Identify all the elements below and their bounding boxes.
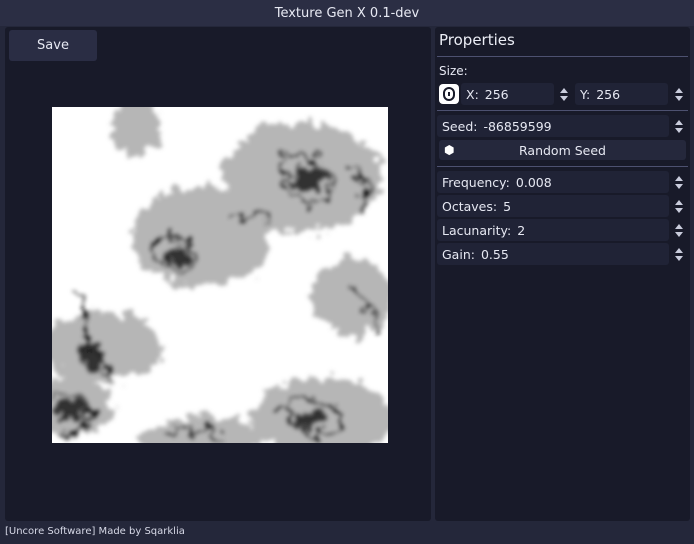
lacunarity-spinner[interactable]	[673, 219, 685, 241]
size-x-value: 256	[484, 86, 509, 102]
spin-up-icon[interactable]	[675, 119, 683, 125]
properties-panel: Properties Size: X: 256 Y: 256 Seed: -86…	[435, 27, 690, 521]
divider	[437, 110, 688, 111]
octaves-value: 5	[503, 198, 512, 214]
properties-title: Properties	[439, 31, 515, 49]
lacunarity-value: 2	[517, 222, 526, 238]
frequency-label: Frequency:	[442, 174, 510, 190]
octaves-spinner[interactable]	[673, 195, 685, 217]
spin-down-icon[interactable]	[560, 95, 568, 101]
spin-down-icon[interactable]	[675, 255, 683, 261]
spin-down-icon[interactable]	[675, 95, 683, 101]
size-x-field[interactable]: X: 256	[461, 83, 554, 105]
size-y-label: Y:	[580, 86, 591, 102]
spin-down-icon[interactable]	[675, 207, 683, 213]
lacunarity-field[interactable]: Lacunarity: 2	[437, 219, 669, 241]
random-seed-label: Random Seed	[519, 142, 606, 158]
seed-spinner[interactable]	[673, 115, 685, 137]
seed-label: Seed:	[442, 118, 478, 134]
spin-up-icon[interactable]	[675, 87, 683, 93]
spin-up-icon[interactable]	[560, 87, 568, 93]
frequency-field[interactable]: Frequency: 0.008	[437, 171, 669, 193]
spin-down-icon[interactable]	[675, 183, 683, 189]
octaves-label: Octaves:	[442, 198, 498, 214]
seed-field[interactable]: Seed: -86859599	[437, 115, 669, 137]
seed-value: -86859599	[483, 118, 552, 134]
title-bar: Texture Gen X 0.1-dev	[0, 0, 694, 26]
size-x-label: X:	[466, 86, 479, 102]
size-y-field[interactable]: Y: 256	[575, 83, 668, 105]
divider	[437, 56, 688, 57]
preview-panel: Save	[5, 27, 431, 521]
dice-icon: ⬢	[444, 143, 455, 157]
random-seed-button[interactable]: ⬢ Random Seed	[439, 140, 686, 160]
save-button[interactable]: Save	[9, 30, 97, 61]
spin-up-icon[interactable]	[675, 247, 683, 253]
size-label: Size:	[439, 64, 468, 78]
size-y-spinner[interactable]	[673, 83, 685, 105]
gain-field[interactable]: Gain: 0.55	[437, 243, 669, 265]
spin-down-icon[interactable]	[675, 127, 683, 133]
spin-up-icon[interactable]	[675, 223, 683, 229]
gain-spinner[interactable]	[673, 243, 685, 265]
divider	[437, 166, 688, 167]
size-y-value: 256	[596, 86, 621, 102]
spin-down-icon[interactable]	[675, 231, 683, 237]
texture-preview	[52, 107, 388, 443]
octaves-field[interactable]: Octaves: 5	[437, 195, 669, 217]
lacunarity-label: Lacunarity:	[442, 222, 512, 238]
gain-label: Gain:	[442, 246, 475, 262]
frequency-spinner[interactable]	[673, 171, 685, 193]
window-title: Texture Gen X 0.1-dev	[274, 5, 420, 21]
footer-credits: [Uncore Software] Made by Sqarklia	[5, 526, 185, 537]
frequency-value: 0.008	[515, 174, 552, 190]
size-x-spinner[interactable]	[558, 83, 570, 105]
spin-up-icon[interactable]	[675, 175, 683, 181]
spin-up-icon[interactable]	[675, 199, 683, 205]
gain-value: 0.55	[480, 246, 509, 262]
link-toggle-icon[interactable]	[439, 84, 459, 104]
